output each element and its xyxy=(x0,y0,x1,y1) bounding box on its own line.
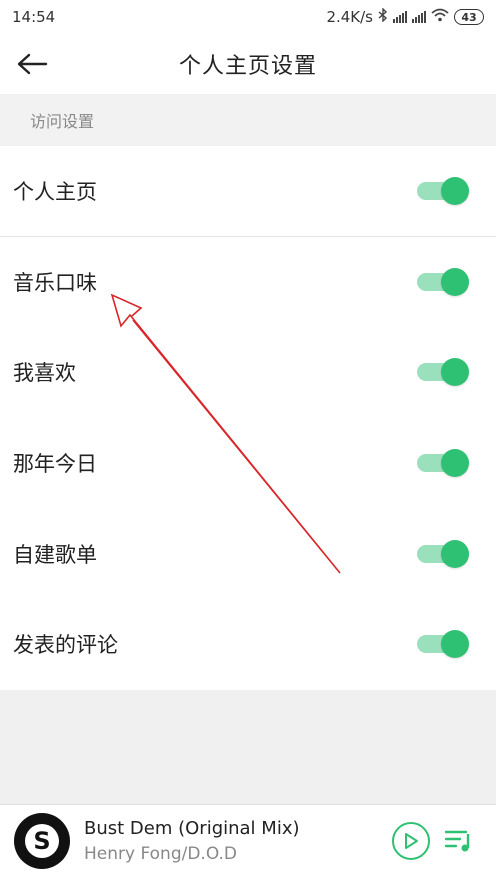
setting-row-homepage: 个人主页 xyxy=(0,146,496,237)
settings-list: 个人主页 音乐口味 我喜欢 那年今日 自建歌单 发表的评论 xyxy=(0,146,496,690)
music-taste-toggle[interactable] xyxy=(417,267,469,296)
play-icon xyxy=(405,832,418,849)
on-this-day-toggle[interactable] xyxy=(417,449,469,478)
player-controls xyxy=(392,821,476,860)
toggle-knob xyxy=(441,539,469,568)
setting-row-comments: 发表的评论 xyxy=(0,599,496,690)
signal-icon-2 xyxy=(412,11,426,23)
created-playlists-toggle[interactable] xyxy=(417,539,469,568)
toggle-knob xyxy=(441,630,469,659)
my-likes-toggle[interactable] xyxy=(417,358,469,387)
network-speed: 2.4K/s xyxy=(326,8,373,26)
status-indicators: 2.4K/s 43 xyxy=(326,7,484,26)
setting-label: 音乐口味 xyxy=(13,270,97,295)
setting-row-created-playlists: 自建歌单 xyxy=(0,508,496,599)
bluetooth-icon xyxy=(378,7,388,26)
section-header: 访问设置 xyxy=(0,94,496,146)
toggle-knob xyxy=(441,267,469,296)
setting-row-music-taste: 音乐口味 xyxy=(0,237,496,328)
back-button[interactable] xyxy=(14,46,50,82)
album-logo-icon: S xyxy=(25,823,59,858)
signal-icon xyxy=(393,11,407,23)
homepage-toggle[interactable] xyxy=(417,176,469,205)
playlist-button[interactable] xyxy=(442,824,476,858)
setting-label: 我喜欢 xyxy=(13,361,76,386)
track-info[interactable]: Bust Dem (Original Mix) Henry Fong/D.O.D xyxy=(84,816,392,866)
playlist-icon xyxy=(444,830,470,851)
setting-label: 那年今日 xyxy=(13,452,97,477)
toggle-knob xyxy=(441,176,469,205)
toggle-knob xyxy=(441,449,469,478)
back-arrow-icon xyxy=(17,53,48,75)
toggle-knob xyxy=(441,358,469,387)
status-bar: 14:54 2.4K/s 43 xyxy=(0,0,496,34)
status-time: 14:54 xyxy=(12,8,56,26)
setting-row-my-likes: 我喜欢 xyxy=(0,327,496,418)
play-button[interactable] xyxy=(392,821,430,860)
comments-toggle[interactable] xyxy=(417,630,469,659)
track-artist: Henry Fong/D.O.D xyxy=(84,843,238,864)
setting-label: 自建歌单 xyxy=(13,542,97,567)
setting-row-on-this-day: 那年今日 xyxy=(0,418,496,509)
battery-icon: 43 xyxy=(454,9,484,25)
page-header: 个人主页设置 xyxy=(0,34,496,94)
setting-label: 发表的评论 xyxy=(13,633,118,658)
page-title: 个人主页设置 xyxy=(178,54,317,79)
wifi-icon xyxy=(431,8,449,26)
album-art[interactable]: S xyxy=(14,812,70,869)
setting-label: 个人主页 xyxy=(13,179,97,204)
mini-player[interactable]: S Bust Dem (Original Mix) Henry Fong/D.O… xyxy=(0,804,496,876)
track-title: Bust Dem (Original Mix) xyxy=(84,817,300,839)
section-title: 访问设置 xyxy=(30,112,95,131)
